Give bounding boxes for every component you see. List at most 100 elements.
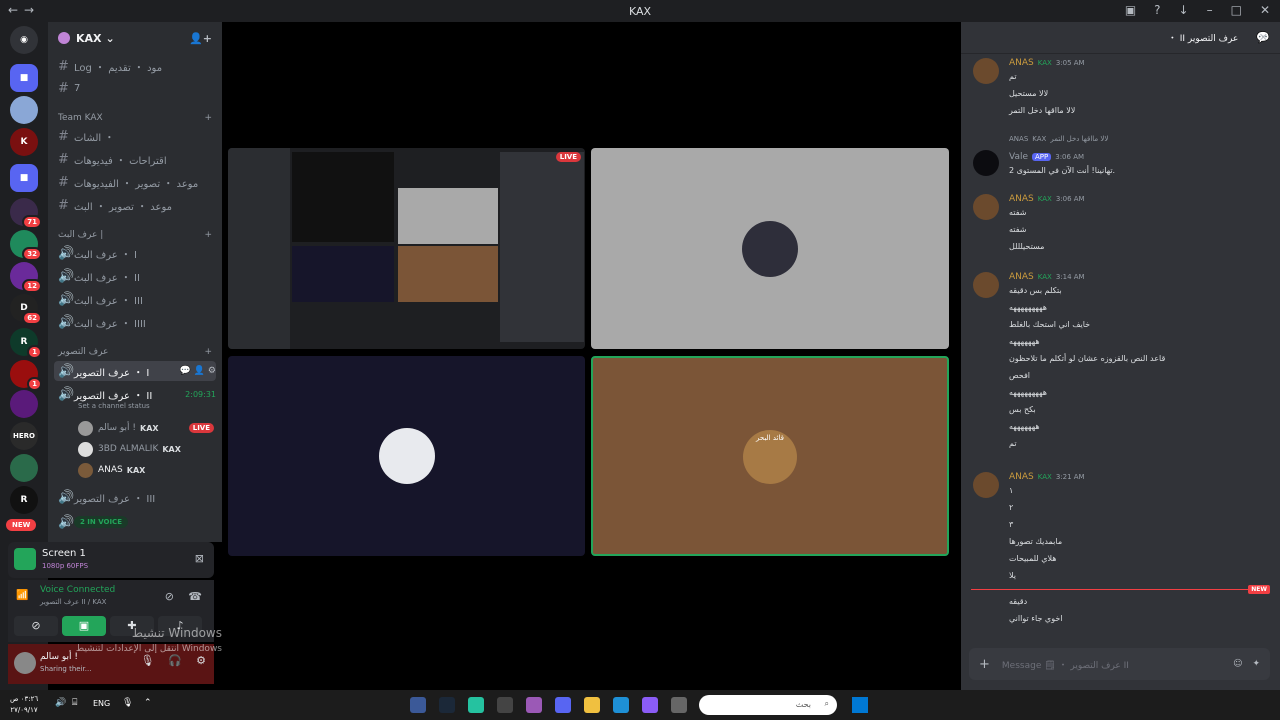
server-icon[interactable]: D 62 [10, 294, 42, 325]
avatar[interactable] [14, 652, 36, 674]
minimize-icon[interactable]: – [1207, 3, 1213, 17]
taskbar-app-icon[interactable] [410, 697, 426, 713]
voice-channel-item[interactable]: 🔊 2 IN VOICE [54, 512, 216, 532]
server-icon[interactable]: R1 [10, 328, 42, 359]
voice-user[interactable]: 3BD ALMALIK KAX [78, 439, 214, 459]
reply-preview[interactable]: ANAS KAX لالا مااقها دخل التمر [1009, 135, 1108, 143]
voice-channel-item[interactable]: 🔊 عرف التصوير ・ I 💬 👤 ⚙ [54, 361, 216, 381]
apps-icon[interactable]: ✦ [1252, 659, 1260, 669]
author-name[interactable]: Vale [1009, 152, 1028, 162]
avatar[interactable] [973, 194, 999, 220]
emoji-icon[interactable]: ☺ [1233, 659, 1242, 669]
plus-icon[interactable]: + [204, 113, 212, 123]
voice-user[interactable]: أبو سالم ! KAX LIVE [78, 418, 214, 438]
close-window-icon[interactable]: ✕ [1260, 3, 1270, 17]
avatar[interactable] [973, 272, 999, 298]
participant-tile-speaking[interactable]: قائد البحر [591, 356, 949, 556]
channel-status[interactable]: Set a channel status [78, 402, 150, 410]
new-servers-badge[interactable]: NEW [6, 519, 37, 531]
channel-item[interactable]: # موعد ・ تصوير ・ البث [54, 195, 216, 215]
discord-home-icon[interactable]: ◉ [10, 26, 38, 54]
file-explorer-icon[interactable] [584, 697, 600, 713]
camera-off-button[interactable]: ⊘ [14, 616, 58, 636]
avatar[interactable] [973, 472, 999, 498]
copilot-icon[interactable] [642, 697, 658, 713]
bot-avatar[interactable] [973, 150, 999, 176]
message-composer[interactable]: + Message 🗒 ・ عرف التصوير II ☺ ✦ [969, 648, 1270, 680]
mic-icon[interactable]: 🎙 [140, 654, 154, 667]
headphones-icon[interactable]: 🎧 [168, 654, 182, 667]
server-icon[interactable]: 12 [10, 262, 42, 293]
close-chat-icon[interactable]: ✕ [1259, 31, 1268, 44]
stop-stream-icon[interactable]: ⊠ [195, 552, 204, 565]
participant-tile[interactable] [228, 356, 585, 556]
tray-chevron-icon[interactable]: ⌃ [144, 698, 152, 708]
clock[interactable]: ٠٣:٢٦ ص ٢٧/٠٩/١٧ [10, 694, 38, 716]
channel-item[interactable]: # اقتراحات ・ فيديوهات [54, 149, 216, 169]
signal-icon[interactable]: 📶 [16, 590, 28, 601]
noise-suppression-icon[interactable]: ⊘ [165, 590, 174, 603]
channel-item[interactable]: #7 [54, 78, 216, 98]
server-icon[interactable] [10, 390, 38, 418]
taskbar-app-icon[interactable] [468, 697, 484, 713]
message-input[interactable]: Message 🗒 ・ عرف التصوير II [1002, 658, 1227, 671]
plus-icon[interactable]: + [204, 230, 212, 240]
task-view-icon[interactable] [671, 697, 687, 713]
server-icon[interactable]: ■ [10, 64, 38, 92]
server-icon[interactable] [10, 96, 38, 124]
plus-icon[interactable]: + [204, 347, 212, 357]
author-name[interactable]: ANAS [1009, 272, 1034, 282]
server-header[interactable]: KAX ⌄ 👤+ [48, 22, 222, 54]
voice-channel-item[interactable]: 🔊 عرف البث ・ II [54, 266, 216, 286]
edge-icon[interactable] [613, 697, 629, 713]
category-photo[interactable]: عرف التصوير + [58, 347, 212, 357]
voice-channel-item[interactable]: 🔊 عرف البث ・ IIII [54, 312, 216, 332]
add-member-icon[interactable]: 👤+ [189, 32, 212, 45]
network-icon[interactable]: ⌸ [72, 698, 77, 708]
author-name[interactable]: ANAS [1009, 58, 1034, 68]
taskbar-app-icon[interactable] [526, 697, 542, 713]
stream-tile[interactable]: LIVE [228, 148, 585, 349]
disconnect-icon[interactable]: ☎ [188, 590, 202, 603]
channel-actions-icon[interactable]: 💬 👤 ⚙ [180, 366, 216, 376]
taskbar-search[interactable]: بحث ⌕ [699, 695, 837, 715]
taskbar-app-icon[interactable] [497, 697, 513, 713]
voice-channel-item[interactable]: 🔊 عرف البث ・ I [54, 243, 216, 263]
voice-channel-item[interactable]: 🔊 عرف التصوير ・ II 2:09:31 [54, 384, 216, 404]
category-team[interactable]: Team KAX + [58, 113, 212, 123]
message-group: ANAS KAX لالا مااقها دخل التمر Vale APP 3:… [973, 132, 1270, 182]
server-icon[interactable]: 1 [10, 360, 42, 391]
language-indicator[interactable]: ENG [93, 699, 110, 708]
maximize-icon[interactable]: □ [1231, 3, 1242, 17]
channel-item[interactable]: # الشات ・ [54, 126, 216, 146]
channel-item[interactable]: # Log ・ مود ・ تقديم [54, 56, 216, 76]
author-name[interactable]: ANAS [1009, 194, 1034, 204]
server-icon[interactable]: R [10, 486, 38, 514]
server-icon[interactable]: 71 [10, 198, 42, 229]
mic-tray-icon[interactable]: 🎙 [122, 698, 133, 708]
voice-user[interactable]: ANAS KAX [78, 460, 214, 480]
server-icon[interactable] [10, 454, 38, 482]
discord-taskbar-icon[interactable] [555, 697, 571, 713]
download-icon[interactable]: ↓ [1179, 3, 1189, 17]
avatar[interactable] [973, 58, 999, 84]
category-broadcast[interactable]: عرف البث | + [58, 230, 212, 240]
settings-icon[interactable]: ⚙ [196, 654, 206, 667]
attach-plus-icon[interactable]: + [979, 657, 990, 672]
voice-channel-item[interactable]: 🔊 عرف البث ・ III [54, 289, 216, 309]
voice-channel-name[interactable]: عرف التصوير II / KAX [40, 598, 106, 606]
help-icon[interactable]: ? [1154, 3, 1160, 17]
channel-item[interactable]: # موعد ・ تصوير ・ الفيديوهات [54, 172, 216, 192]
inbox-icon[interactable]: ▣ [1125, 3, 1136, 17]
server-icon[interactable]: HERO [10, 422, 38, 450]
volume-icon[interactable]: 🔊 [55, 698, 66, 708]
in-voice-pill[interactable]: 2 IN VOICE [74, 516, 128, 528]
server-icon[interactable]: K [10, 128, 38, 156]
steam-icon[interactable] [439, 697, 455, 713]
windows-start-icon[interactable] [852, 697, 868, 713]
participant-tile[interactable] [591, 148, 949, 349]
server-icon[interactable]: ■ [10, 164, 38, 192]
server-icon[interactable]: 32 [10, 230, 42, 261]
author-name[interactable]: ANAS [1009, 472, 1034, 482]
voice-channel-item[interactable]: 🔊 عرف التصوير ・ III [54, 487, 216, 507]
